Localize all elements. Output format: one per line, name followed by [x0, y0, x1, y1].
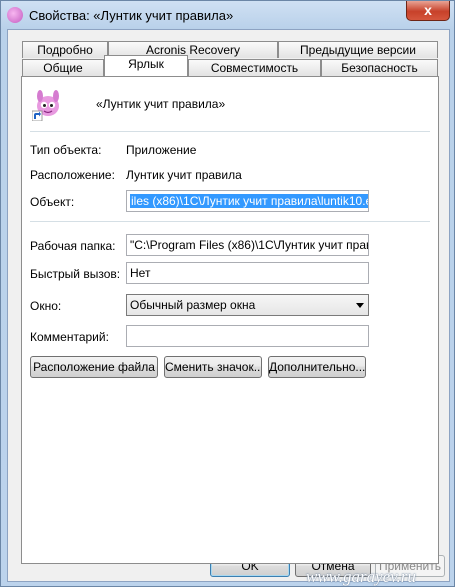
location-label: Расположение: [30, 168, 115, 182]
run-select-value: Обычный размер окна [130, 298, 256, 312]
comment-field[interactable] [126, 325, 369, 347]
dialog-body: Подробно Acronis Recovery Предыдущие вер… [7, 29, 450, 582]
change-icon-button[interactable]: Сменить значок... [164, 356, 262, 378]
luntik-shortcut-icon [31, 89, 64, 122]
hotkey-label: Быстрый вызов: [30, 267, 121, 281]
luntik-app-icon [7, 7, 23, 23]
start-in-label: Рабочая папка: [30, 239, 116, 253]
shortcut-panel: «Лунтик учит правила» Тип объекта: Прило… [21, 76, 439, 564]
hotkey-field[interactable]: Нет [126, 262, 369, 284]
type-label: Тип объекта: [30, 143, 102, 157]
run-label: Окно: [30, 299, 62, 313]
start-in-field[interactable]: "C:\Program Files (x86)\1C\Лунтик учит п… [126, 234, 369, 256]
tab-shortcut[interactable]: Ярлык [104, 55, 188, 76]
type-value: Приложение [126, 143, 197, 157]
tab-previous-versions[interactable]: Предыдущие версии [278, 41, 438, 58]
tab-details[interactable]: Подробно [22, 41, 108, 58]
shortcut-name: «Лунтик учит правила» [96, 97, 226, 111]
advanced-button[interactable]: Дополнительно... [268, 356, 366, 378]
close-button[interactable]: x [406, 1, 450, 21]
target-label: Объект: [30, 195, 75, 209]
tab-security[interactable]: Безопасность [321, 59, 438, 76]
separator [30, 221, 430, 223]
open-file-location-button[interactable]: Расположение файла [30, 356, 158, 378]
tab-general[interactable]: Общие [22, 59, 104, 76]
target-value: iles (x86)\1C\Лунтик учит правила\luntik… [130, 194, 368, 208]
window-title: Свойства: «Лунтик учит правила» [29, 8, 234, 23]
run-select[interactable]: Обычный размер окна [126, 294, 369, 316]
location-value: Лунтик учит правила [126, 168, 242, 182]
chevron-down-icon [356, 303, 364, 308]
comment-label: Комментарий: [30, 330, 109, 344]
separator [30, 131, 430, 133]
tab-compatibility[interactable]: Совместимость [188, 59, 321, 76]
watermark: www.garayev.ru [306, 567, 416, 586]
properties-window: Свойства: «Лунтик учит правила» x Подроб… [0, 0, 455, 587]
target-field[interactable]: iles (x86)\1C\Лунтик учит правила\luntik… [126, 190, 369, 212]
